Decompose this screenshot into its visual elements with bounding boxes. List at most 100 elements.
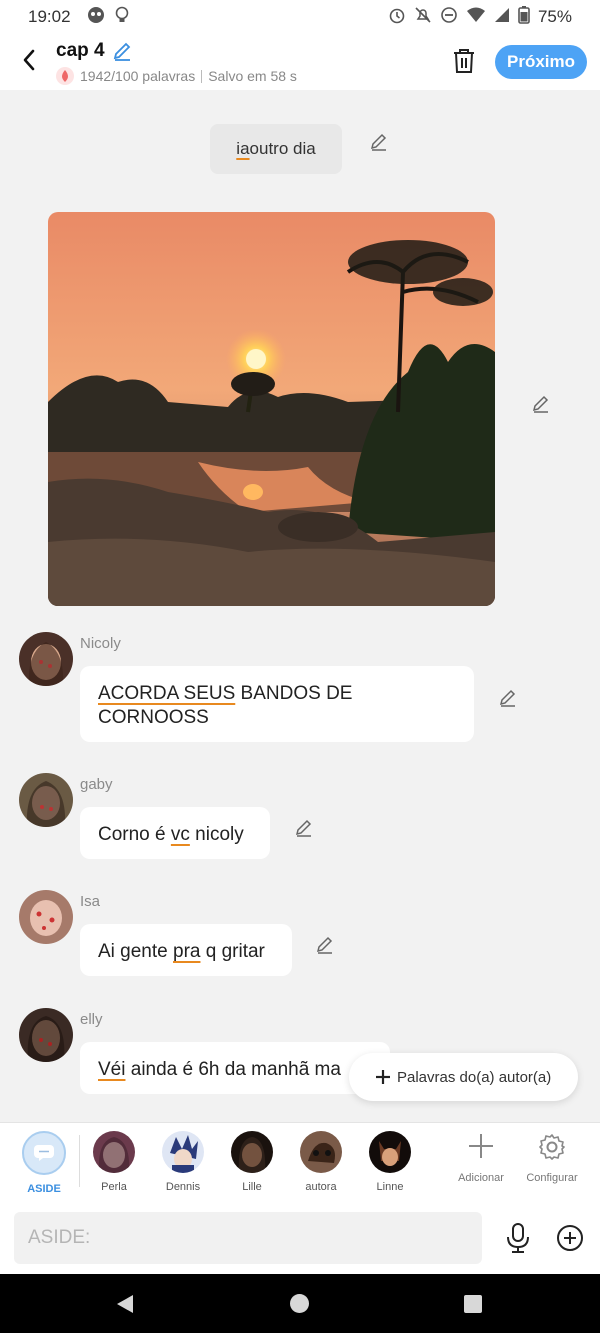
plus-icon [376,1070,390,1084]
message-text: Corno é [98,824,171,845]
sunset-photo[interactable] [48,212,495,606]
character-name: ASIDE [27,1183,61,1195]
status-time: 19:02 [28,7,71,26]
message-bubble[interactable]: Véi ainda é 6h da manhã ma [80,1042,390,1094]
gear-icon [539,1134,565,1160]
plus-icon [469,1134,493,1158]
message-text: nicoly [189,824,244,845]
edit-pencil-icon[interactable] [315,935,335,955]
character-name: Dennis [165,1181,201,1193]
character-name: autora [305,1181,337,1193]
editor-header: cap 4 1942/100 palavras Salvo em 58 s Pr… [0,34,600,90]
message-text-underlined: ACORDA SEUS [98,683,236,704]
chapter-title-text: cap 4 [56,40,105,61]
status-bar: 19:02 75% [0,0,600,34]
character-aside[interactable]: ASIDE [14,1131,74,1195]
character-avatar [162,1131,204,1173]
attach-button[interactable] [556,1224,584,1252]
message-bubble[interactable]: ACORDA SEUS BANDOS DE CORNOOSS [80,666,474,742]
wifi-icon [466,7,486,28]
aside-message[interactable]: ia outro dia [210,124,342,174]
character-avatar [369,1131,411,1173]
nav-recents-icon[interactable] [464,1295,482,1313]
saved-status: Salvo em 58 s [208,68,297,84]
avatar-image [19,890,73,944]
dnd-icon [440,6,458,29]
avatar[interactable] [19,632,73,686]
author-words-label: Palavras do(a) autor(a) [397,1068,552,1086]
author-words-button[interactable]: Palavras do(a) autor(a) [349,1053,578,1101]
mute-icon [414,6,432,29]
chapter-stats: 1942/100 palavras Salvo em 58 s [56,67,297,85]
next-button[interactable]: Próximo [495,45,587,79]
aside-avatar [22,1131,66,1175]
character-name: Linne [376,1181,404,1193]
aside-text: outro dia [249,139,316,158]
divider [201,69,203,83]
app-notification-icon [87,6,105,29]
edit-pencil-icon[interactable] [369,132,389,152]
message-text: ainda é 6h da manhã ma [125,1059,341,1080]
message-text: q gritar [200,941,265,962]
character-name: Lille [242,1181,262,1193]
character-perla[interactable]: Perla [84,1131,144,1193]
avatar-image [19,1008,73,1062]
lightbulb-icon [115,6,129,29]
author-name: elly [80,1011,103,1028]
chat-bubble-icon [34,1145,54,1161]
character-linne[interactable]: Linne [360,1131,420,1193]
sunset-landscape-image [48,212,495,606]
message-bubble[interactable]: Ai gente pra q gritar [80,924,292,976]
avatar-image [19,632,73,686]
signal-icon [494,7,510,28]
battery-percent: 75% [537,7,572,26]
edit-pencil-icon[interactable] [498,688,518,708]
chat-area[interactable]: ia outro dia Nicoly ACORDA SEUS BANDOS D… [0,90,600,1122]
message-text-underlined: Véi [98,1059,126,1080]
edit-title-icon[interactable] [111,40,133,62]
avatar[interactable] [19,773,73,827]
voice-button[interactable] [505,1222,531,1254]
trash-icon [454,49,474,73]
character-dennis[interactable]: Dennis [153,1131,213,1193]
add-character-button[interactable]: Adicionar [445,1133,517,1184]
author-name: Isa [80,893,101,910]
alarm-icon [388,6,406,29]
nav-back-icon[interactable] [116,1294,134,1314]
edit-pencil-icon[interactable] [531,394,551,414]
character-avatar [93,1131,135,1173]
delete-button[interactable] [452,48,476,74]
composer [0,1202,600,1274]
avatar[interactable] [19,1008,73,1062]
avatar[interactable] [19,890,73,944]
character-bar: ASIDE Perla Dennis Lille autora Linne Ad… [0,1122,600,1202]
settings-label: Configurar [526,1172,578,1184]
character-lille[interactable]: Lille [222,1131,282,1193]
character-autora[interactable]: autora [291,1131,351,1193]
plus-circle-icon [557,1225,583,1251]
character-avatar [300,1131,342,1173]
author-name: gaby [80,776,113,793]
battery-icon [518,5,530,29]
avatar-image [19,773,73,827]
word-count: 1942/100 palavras [80,68,196,84]
message-text-underlined: vc [170,824,190,845]
chapter-title[interactable]: cap 4 [56,40,133,62]
aside-text-underlined: ia [236,139,250,158]
nav-home-icon[interactable] [290,1294,309,1313]
settings-button[interactable]: Configurar [516,1133,588,1184]
message-input[interactable] [14,1212,482,1264]
character-avatar [231,1131,273,1173]
chevron-left-icon [23,49,35,71]
author-name: Nicoly [80,635,121,652]
message-bubble[interactable]: Corno é vc nicoly [80,807,270,859]
message-text-underlined: pra [173,941,201,962]
edit-pencil-icon[interactable] [294,818,314,838]
microphone-icon [507,1223,529,1253]
character-name: Perla [101,1181,127,1193]
message-text: Ai gente [98,941,173,962]
back-button[interactable] [16,46,44,74]
goal-icon [56,67,74,85]
add-label: Adicionar [458,1172,504,1184]
system-nav-bar [0,1274,600,1333]
